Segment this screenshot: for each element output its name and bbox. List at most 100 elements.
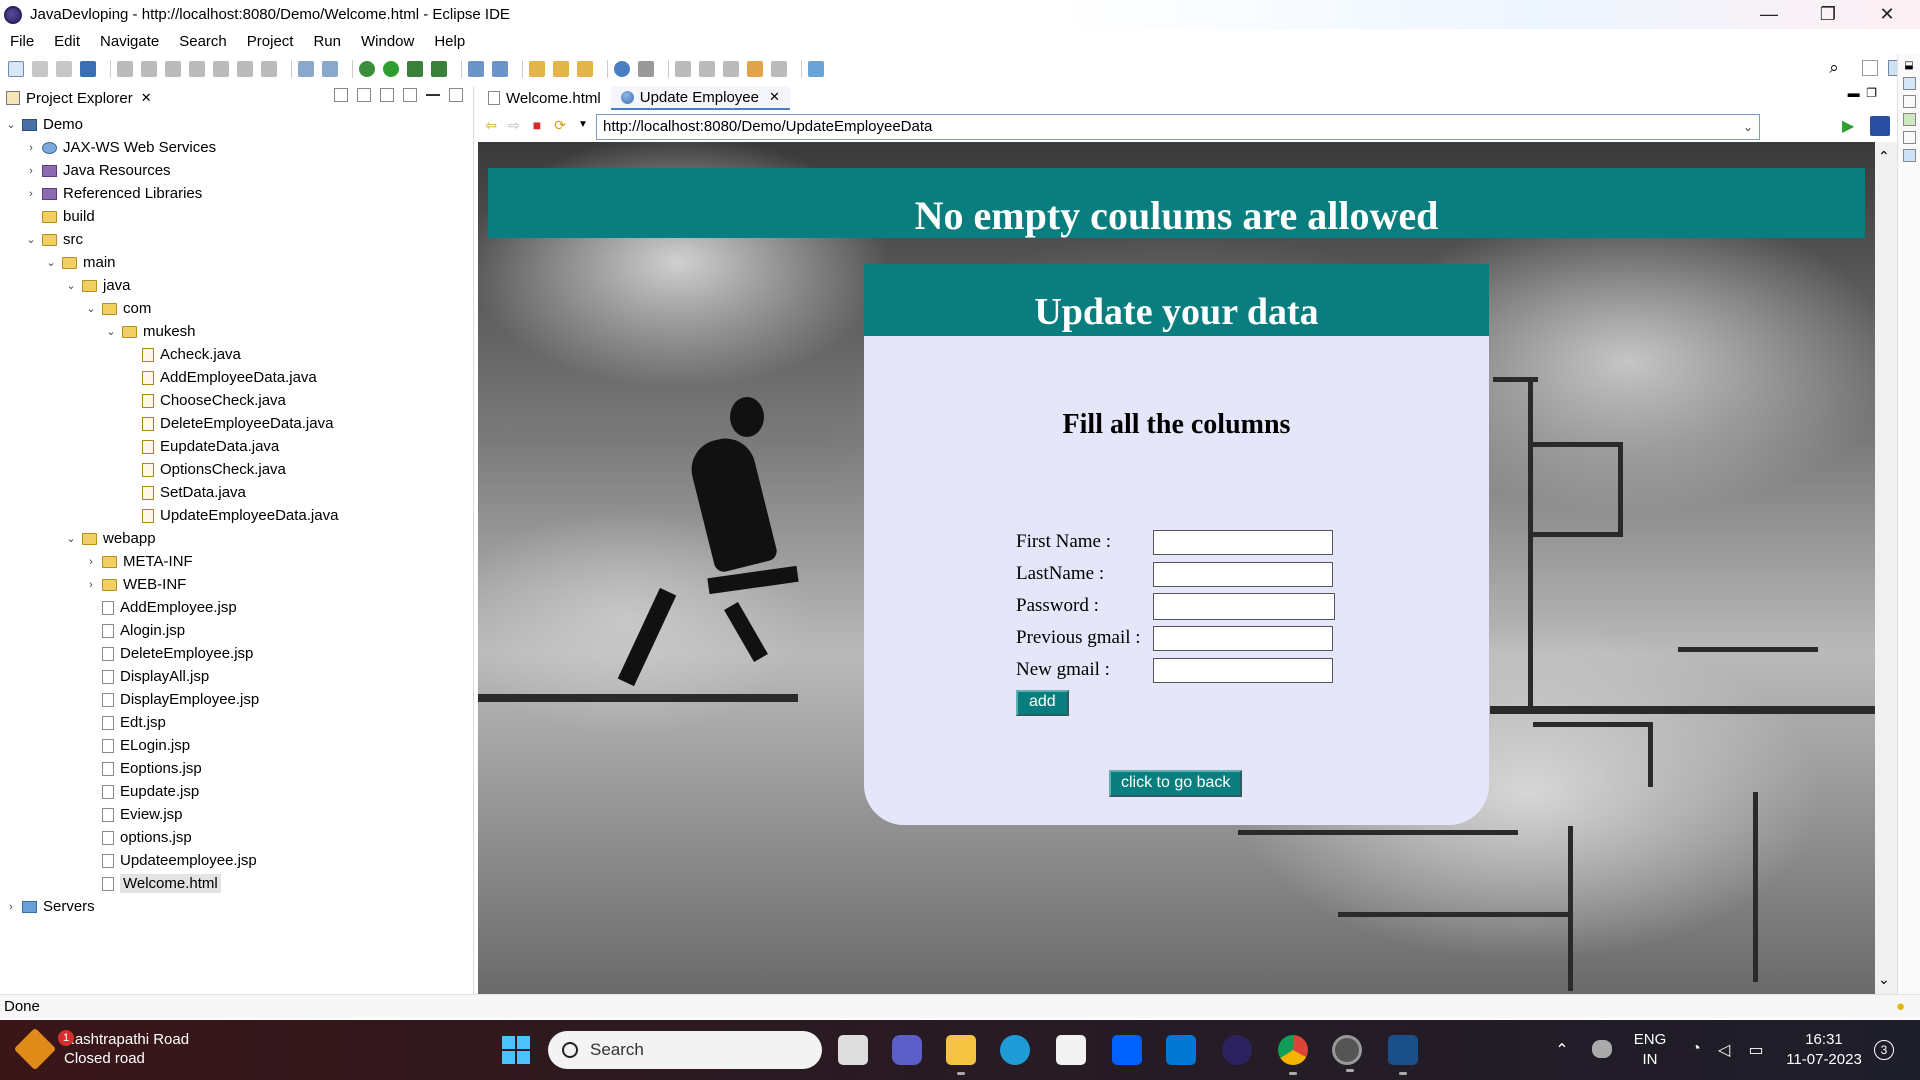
skip-breakpoints-icon[interactable] [298,61,314,77]
external-browser-icon[interactable] [1870,116,1890,136]
tree-item[interactable]: DisplayAll.jsp [0,665,474,688]
tree-item[interactable]: Eupdate.jsp [0,780,474,803]
use-step-filters-icon[interactable] [322,61,338,77]
search-tool-icon[interactable] [577,61,593,77]
volume-icon[interactable]: ◁ [1714,1040,1734,1059]
tree-item[interactable]: ELogin.jsp [0,734,474,757]
edge-icon[interactable] [1000,1035,1030,1065]
step-return-icon[interactable] [261,61,277,77]
tree-item[interactable]: Edt.jsp [0,711,474,734]
debug-icon[interactable] [359,61,375,77]
editor-tab[interactable]: Welcome.html [478,86,611,110]
chevron-down-icon[interactable]: ⌄ [4,118,18,131]
menu-navigate[interactable]: Navigate [90,33,169,50]
maximize-view-icon[interactable] [449,88,463,102]
eclipse-taskbar-icon[interactable] [1222,1035,1252,1065]
scroll-up-icon[interactable]: ⌃ [1878,148,1890,165]
minimize-button[interactable]: — [1741,0,1797,29]
tree-item[interactable]: Updateemployee.jsp [0,849,474,872]
last-name-input[interactable] [1153,561,1333,587]
menu-window[interactable]: Window [351,33,424,50]
new-server-icon[interactable] [468,61,484,77]
close-icon[interactable]: ✕ [141,90,152,106]
new-java-class-icon[interactable] [492,61,508,77]
tree-item[interactable]: Acheck.java [0,343,474,366]
restore-view-icon[interactable]: ⬓ [1903,59,1916,72]
clock[interactable]: 16:31 11-07-2023 [1782,1030,1866,1070]
editor-tab[interactable]: Update Employee ✕ [610,86,790,110]
collapse-all-icon[interactable] [334,88,348,102]
tree-item[interactable]: ⌄ com [0,297,474,320]
settings-gear-icon[interactable] [1332,1035,1362,1072]
new-icon[interactable] [8,61,24,77]
battery-icon[interactable]: ▭ [1746,1040,1766,1059]
menu-help[interactable]: Help [424,33,475,50]
properties-view-icon[interactable] [1902,131,1916,144]
view-menu-icon[interactable] [403,88,417,102]
annotation-icon[interactable] [638,61,654,77]
file-explorer-icon[interactable] [946,1035,976,1075]
tree-item[interactable]: › Referenced Libraries [0,182,474,205]
search-icon[interactable]: ⌕ [1824,58,1844,78]
chevron-right-icon[interactable]: › [24,142,38,154]
menu-file[interactable]: File [0,33,44,50]
chevron-down-icon[interactable]: ⌄ [1743,115,1753,139]
editor-minimize-maximize[interactable]: ▬ ❐ [1848,86,1877,100]
open-web-browser-icon[interactable] [614,61,630,77]
add-button[interactable]: add [1016,690,1069,716]
tree-item[interactable]: EupdateData.java [0,435,474,458]
terminate-icon[interactable] [165,61,181,77]
task-list-icon[interactable] [1902,95,1916,108]
save-icon[interactable] [32,61,48,77]
tree-item[interactable]: DisplayEmployee.jsp [0,688,474,711]
tree-item[interactable]: options.jsp [0,826,474,849]
prev-annotation-icon[interactable] [699,61,715,77]
open-task-icon[interactable] [553,61,569,77]
menu-edit[interactable]: Edit [44,33,90,50]
markers-view-icon[interactable] [1902,113,1916,126]
filter-icon[interactable] [380,88,394,102]
tree-item[interactable]: AddEmployeeData.java [0,366,474,389]
tree-item[interactable]: build [0,205,474,228]
previous-gmail-input[interactable] [1153,625,1333,651]
chevron-right-icon[interactable]: › [24,188,38,200]
menu-search[interactable]: Search [169,33,237,50]
lightbulb-icon[interactable]: ● [1896,998,1905,1015]
chevron-down-icon[interactable]: ⌄ [84,302,98,315]
menu-project[interactable]: Project [237,33,304,50]
weather-widget[interactable]: 1 Rashtrapathi Road Closed road [13,1027,189,1071]
pin-editor-icon[interactable] [808,61,824,77]
tree-item[interactable]: ChooseCheck.java [0,389,474,412]
last-edit-location-icon[interactable] [723,61,739,77]
outline-view-icon[interactable] [1902,77,1916,90]
mysql-workbench-icon[interactable] [1166,1035,1196,1065]
chevron-down-icon[interactable]: ⌄ [64,532,78,545]
notification-count[interactable]: 3 [1874,1040,1894,1060]
refresh-icon[interactable]: ⟳ [551,116,569,134]
new-gmail-input[interactable] [1153,657,1333,683]
wifi-icon[interactable]: ◔ [1686,1040,1706,1058]
chevron-right-icon[interactable]: › [84,579,98,591]
vertical-scrollbar[interactable]: ⌃ ⌄ [1875,142,1897,994]
tree-item[interactable]: Welcome.html [0,872,474,895]
coverage-icon[interactable] [431,61,447,77]
tree-item[interactable]: DeleteEmployeeData.java [0,412,474,435]
resume-icon[interactable] [117,61,133,77]
minimize-view-icon[interactable] [426,88,440,96]
chevron-up-icon[interactable]: ⌃ [1552,1040,1572,1059]
tree-item[interactable]: Eview.jsp [0,803,474,826]
first-name-input[interactable] [1153,529,1333,555]
servers-view-icon[interactable] [1902,149,1916,162]
close-icon[interactable]: ✕ [769,89,780,105]
tree-item[interactable]: ⌄ main [0,251,474,274]
tree-item[interactable]: ⌄ mukesh [0,320,474,343]
chevron-down-icon[interactable]: ⌄ [44,256,58,269]
chevron-down-icon[interactable]: ⌄ [24,233,38,246]
tree-item[interactable]: OptionsCheck.java [0,458,474,481]
tree-item[interactable]: ⌄ webapp [0,527,474,550]
taskbar-search[interactable]: Search [548,1031,822,1069]
scroll-down-icon[interactable]: ⌄ [1878,971,1890,988]
open-perspective-icon[interactable] [1862,60,1878,76]
onedrive-icon[interactable] [1592,1040,1612,1058]
chevron-right-icon[interactable]: › [84,556,98,568]
